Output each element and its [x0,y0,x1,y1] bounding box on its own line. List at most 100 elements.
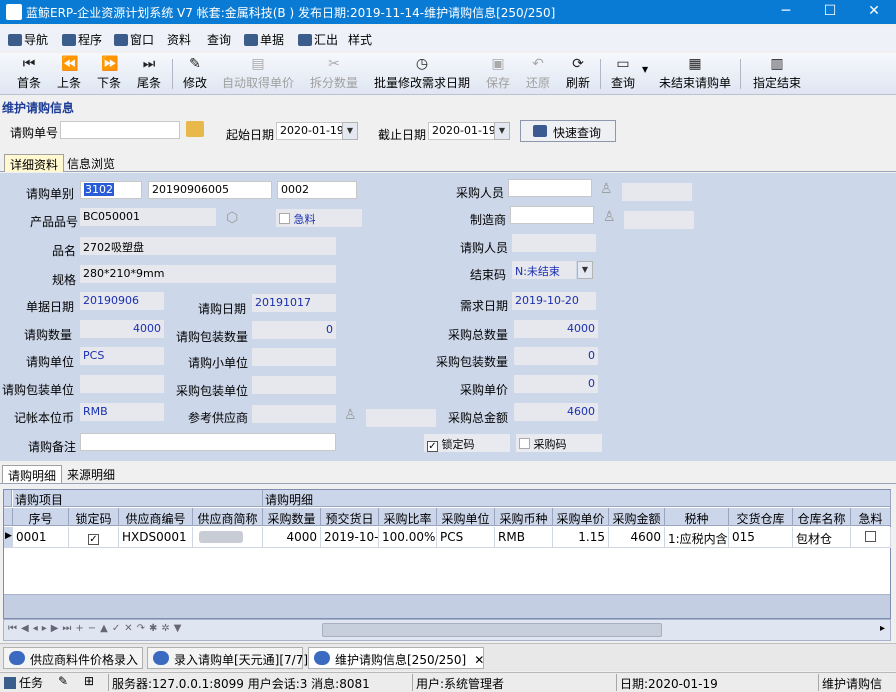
cell-tax[interactable]: 1:应税内含 [665,527,729,548]
task-close-icon[interactable]: ✕ [474,653,484,667]
req-qty-field: 4000 [80,320,164,338]
supplier-lookup-icon[interactable]: ♙ [344,407,358,425]
col-ratio[interactable]: 采购比率 [379,508,437,526]
menu-export[interactable]: 汇出 [298,31,338,48]
edit-button[interactable]: ✎ 修改 [180,55,210,93]
menu-document[interactable]: 单据 [244,31,284,48]
cell-price[interactable]: 1.15 [553,527,609,548]
unfinished-orders-button[interactable]: ▦ 未结束请购单 [658,55,732,93]
col-amount[interactable]: 采购金额 [609,508,665,526]
col-price[interactable]: 采购单价 [553,508,609,526]
cell-lock[interactable]: ✓ [69,527,119,548]
folder-open-icon[interactable] [186,121,204,137]
cell-seq[interactable]: 0001 [13,527,69,548]
menu-data[interactable]: 资料 [167,31,191,48]
maximize-button[interactable]: ☐ [808,0,852,24]
split-qty-button[interactable]: ✂ 拆分数量 [308,55,360,93]
col-unit[interactable]: 采购单位 [437,508,495,526]
req-no-field[interactable]: 20190906005 [148,181,272,199]
col-qty[interactable]: 采购数量 [263,508,321,526]
close-button[interactable]: ✕ [852,0,896,24]
col-wh-name[interactable]: 仓库名称 [793,508,851,526]
product-box-icon[interactable]: ⬡ [226,210,242,226]
query-button[interactable]: ▭ 查询 [608,55,638,93]
col-urgent[interactable]: 急料 [851,508,891,526]
query-dropdown-icon[interactable]: ▼ [642,65,648,74]
req-no-input[interactable] [60,121,180,139]
first-button[interactable]: ⏮ 首条 [14,55,44,93]
start-date-dropdown-icon[interactable]: ▼ [342,122,358,140]
refresh-button[interactable]: ⟳ 刷新 [564,55,592,93]
detail-tabs: 详细资料 信息浏览 [0,152,896,172]
urgent-checkbox[interactable] [279,213,290,224]
cell-amount[interactable]: 4600 [609,527,665,548]
cell-qty[interactable]: 4000 [263,527,321,548]
quick-query-button[interactable]: 快速查询 [520,120,616,142]
cell-ratio[interactable]: 100.00% [379,527,437,548]
tab-req-detail[interactable]: 请购明细 [2,465,63,483]
task-maintain-requisition[interactable]: 维护请购信息[250/250] ✕ [308,647,484,669]
tab-source-detail[interactable]: 来源明细 [62,465,120,483]
status-nav-icon[interactable]: ⊞ [84,674,94,688]
grid-navigator: ⏮◀◂▸▶⏭+−▲✓✕↷✱✲▼ ▸ [3,619,891,641]
cell-unit[interactable]: PCS [437,527,495,548]
col-warehouse[interactable]: 交货仓库 [729,508,793,526]
last-button[interactable]: ⏭ 尾条 [134,55,164,93]
scroll-right-icon[interactable]: ▸ [880,623,885,634]
grid-nav-buttons-icon[interactable]: ⏮◀◂▸▶⏭+−▲✓✕↷✱✲▼ [8,623,185,634]
status-separator [818,674,819,691]
person-icon[interactable]: ♙ [600,181,614,199]
close-code-field[interactable]: N:未结束 [512,261,576,279]
next-button[interactable]: ⏩ 下条 [94,55,124,93]
task-menu-button[interactable]: 任务 [4,674,43,691]
col-lock[interactable]: 锁定码 [69,508,119,526]
cell-wh-name[interactable]: 包材仓 [793,527,851,548]
cell-supplier-no[interactable]: HXDS0001 [119,527,193,548]
prev-button[interactable]: ⏪ 上条 [54,55,84,93]
tab-detail[interactable]: 详细资料 [4,154,65,172]
task-enter-requisition[interactable]: 录入请购单[天元通][7/7] [147,647,308,669]
minimize-button[interactable]: ─ [764,0,808,24]
col-supplier-name[interactable]: 供应商简称 [193,508,263,526]
req-type-field[interactable]: 3102 [80,181,142,199]
col-delivery[interactable]: 预交货日 [321,508,379,526]
req-seq-field[interactable]: 0002 [277,181,357,199]
col-tax[interactable]: 税种 [665,508,729,526]
end-date-dropdown-icon[interactable]: ▼ [494,122,510,140]
maker-input[interactable] [510,206,594,224]
cell-lock-checkbox[interactable]: ✓ [88,534,99,545]
purchase-code-checkbox[interactable] [519,438,530,449]
menu-query[interactable]: 查询 [207,31,231,48]
task-supplier-price[interactable]: 供应商料件价格录入 [3,647,143,669]
remark-input[interactable] [80,433,336,451]
buyer-input[interactable] [508,179,592,197]
batch-date-button[interactable]: ◷ 批量修改需求日期 [372,55,472,93]
cell-urgent-checkbox[interactable] [865,531,876,542]
row-selector-icon[interactable]: ▶ [4,527,13,548]
start-date-input[interactable]: 2020-01-19 [276,122,344,140]
menu-nav[interactable]: 导航 [8,31,48,48]
cell-currency[interactable]: RMB [495,527,553,548]
maker-lookup-icon[interactable]: ♙ [603,209,617,227]
status-tool-icon[interactable]: ✎ [58,674,68,688]
save-button[interactable]: ▣ 保存 [484,55,512,93]
cell-urgent[interactable] [851,527,891,548]
grid-scrollbar-thumb[interactable] [322,623,662,637]
close-specified-button[interactable]: ▥ 指定结束 [750,55,804,93]
end-date-input[interactable]: 2020-01-19 [428,122,496,140]
menu-style[interactable]: 样式 [348,31,372,48]
tab-browse[interactable]: 信息浏览 [62,154,120,172]
menu-window[interactable]: 窗口 [114,31,154,48]
cell-warehouse[interactable]: 015 [729,527,793,548]
col-supplier-no[interactable]: 供应商编号 [119,508,193,526]
close-code-dropdown-icon[interactable]: ▼ [577,261,593,279]
restore-button[interactable]: ↶ 还原 [524,55,552,93]
start-date-label: 起始日期 [226,128,275,142]
lock-code-checkbox[interactable]: ✓ [427,441,438,452]
col-seq[interactable]: 序号 [13,508,69,526]
menu-program[interactable]: 程序 [62,31,102,48]
auto-price-button[interactable]: ▤ 自动取得单价 [220,55,296,93]
col-currency[interactable]: 采购币种 [495,508,553,526]
cell-delivery[interactable]: 2019-10-2 [321,527,379,548]
cell-supplier-name[interactable] [193,527,263,548]
